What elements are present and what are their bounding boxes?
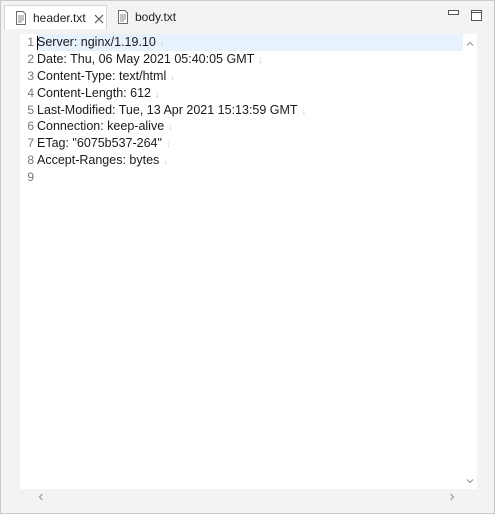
text-caret	[37, 36, 38, 50]
line-text: Accept-Ranges: bytes	[37, 153, 160, 168]
close-icon[interactable]	[94, 13, 104, 23]
file-text-icon	[15, 10, 27, 25]
horizontal-scrollbar[interactable]	[20, 489, 463, 503]
editor-line[interactable]: Date: Thu, 06 May 2021 05:40:05 GMT ↓	[37, 51, 463, 68]
vertical-scrollbar[interactable]	[463, 34, 477, 489]
maximize-icon[interactable]	[471, 10, 482, 21]
tab-header-txt[interactable]: header.txt	[4, 5, 107, 29]
chevron-down-icon[interactable]	[465, 475, 475, 485]
editor-line[interactable]	[37, 169, 463, 186]
editor-line[interactable]: Content-Length: 612 ↓	[37, 85, 463, 102]
line-text: Server: nginx/1.19.10	[37, 35, 156, 49]
editor-window: header.txt body.txt 1 2 3 4 5 6 7 8 9 Se…	[0, 0, 495, 514]
tab-label: body.txt	[135, 10, 177, 24]
editor-line[interactable]: Connection: keep-alive ↓	[37, 118, 463, 135]
line-number: 6	[27, 119, 34, 134]
chevron-up-icon[interactable]	[465, 38, 475, 48]
editor-line[interactable]: ETag: "6075b537-264" ↓	[37, 135, 463, 152]
tab-bar: header.txt body.txt	[1, 1, 494, 29]
line-number: 1	[27, 35, 34, 49]
text-editor[interactable]: 123456789 Server: nginx/1.19.10 ↓ Date: Th…	[20, 34, 477, 489]
line-number: 8	[27, 153, 34, 168]
editor-line[interactable]: Content-Type: text/html ↓	[37, 68, 463, 85]
file-text-icon	[117, 10, 129, 24]
editor-line[interactable]: Last-Modified: Tue, 13 Apr 2021 15:13:59…	[37, 102, 463, 119]
tab-body-txt[interactable]: body.txt	[107, 5, 189, 29]
tab-label: header.txt	[33, 10, 86, 25]
window-controls	[448, 10, 482, 21]
line-text: Last-Modified: Tue, 13 Apr 2021 15:13:59…	[37, 102, 298, 117]
editor-content[interactable]: Server: nginx/1.19.10 ↓ Date: Thu, 06 May …	[37, 34, 463, 186]
line-numbers: 1 2 3 4 5 6 7 8 9	[20, 34, 36, 186]
chevron-left-icon[interactable]	[36, 491, 46, 501]
end-of-line-marker: ↓	[159, 38, 165, 48]
line-text: Content-Type: text/html	[37, 68, 167, 83]
editor-line[interactable]: Server: nginx/1.19.10 ↓	[37, 34, 463, 51]
line-text: Connection: keep-alive	[37, 119, 165, 134]
chevron-right-icon[interactable]	[447, 491, 457, 501]
line-text: Content-Length: 612	[37, 85, 151, 100]
line-number: 9	[27, 170, 34, 185]
end-of-line-marker: ↓	[154, 88, 160, 99]
editor-line[interactable]: Accept-Ranges: bytes ↓	[37, 152, 463, 169]
line-number: 4	[27, 85, 34, 100]
minimize-icon[interactable]	[448, 10, 459, 21]
line-number: 3	[27, 68, 34, 83]
end-of-line-marker: ↓	[258, 54, 263, 65]
end-of-line-marker: ↓	[168, 122, 173, 133]
line-number: 7	[27, 136, 34, 151]
end-of-line-marker: ↓	[165, 139, 171, 150]
end-of-line-marker: ↓	[163, 156, 168, 167]
line-number: 2	[27, 51, 34, 66]
end-of-line-marker: ↓	[301, 105, 307, 116]
end-of-line-marker: ↓	[170, 71, 175, 82]
line-number: 5	[27, 102, 34, 117]
line-text: ETag: "6075b537-264"	[37, 136, 162, 151]
line-number-ruler: 1 2 3 4 5 6 7 8 9	[20, 34, 36, 489]
line-text: Date: Thu, 06 May 2021 05:40:05 GMT	[37, 51, 255, 66]
